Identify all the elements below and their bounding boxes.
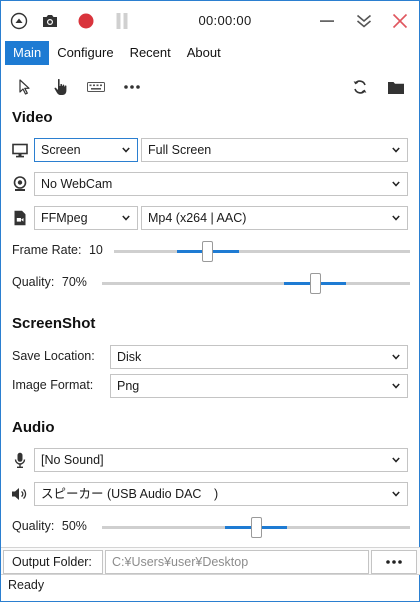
video-quality-label-text: Quality:	[12, 275, 55, 289]
audio-quality-value: 50%	[61, 519, 87, 533]
slider-track	[114, 250, 410, 253]
refresh-icon[interactable]	[349, 76, 371, 98]
chevron-down-icon	[122, 147, 130, 153]
webcam-select[interactable]: No WebCam	[34, 172, 408, 196]
speaker-select[interactable]: スピーカー (USB Audio DAC )	[34, 482, 408, 506]
microphone-icon	[11, 451, 29, 469]
monitor-icon	[11, 141, 29, 159]
image-format-label: Image Format:	[12, 378, 94, 392]
camera-icon[interactable]	[38, 9, 62, 33]
slider-thumb[interactable]	[250, 517, 262, 538]
toolbar	[1, 73, 420, 101]
frame-rate-value: 10	[88, 243, 103, 257]
hand-pointer-icon[interactable]	[50, 76, 72, 98]
video-heading: Video	[12, 109, 53, 126]
chevron-down-icon	[392, 181, 400, 187]
slider-track	[102, 282, 410, 285]
speaker-icon	[11, 485, 29, 503]
save-location-select[interactable]: Disk	[110, 345, 408, 369]
frame-rate-label-text: Frame Rate:	[12, 243, 82, 257]
record-icon[interactable]	[74, 9, 98, 33]
encoder-value: FFMpeg	[41, 211, 88, 225]
close-icon[interactable]	[388, 9, 412, 33]
app-window: 00:00:00 Main Configure Recent About Vid…	[0, 0, 420, 602]
audio-quality-slider[interactable]	[102, 517, 410, 538]
format-value: Mp4 (x264 | AAC)	[148, 211, 247, 225]
image-format-value: Png	[117, 379, 140, 393]
audio-heading: Audio	[12, 419, 55, 436]
output-folder-bar: Output Folder: C:¥Users¥user¥Desktop	[1, 547, 420, 575]
browse-folder-button[interactable]	[371, 550, 417, 574]
slider-thumb[interactable]	[309, 273, 321, 294]
format-select[interactable]: Mp4 (x264 | AAC)	[141, 206, 408, 230]
pause-icon[interactable]	[110, 9, 134, 33]
status-text: Ready	[8, 578, 45, 592]
video-source-select[interactable]: Screen	[34, 138, 138, 162]
video-source-option-value: Full Screen	[148, 143, 212, 157]
audio-quality-label: Quality: 50%	[12, 519, 87, 533]
output-folder-input[interactable]: C:¥Users¥user¥Desktop	[105, 550, 369, 574]
video-file-icon	[11, 209, 29, 227]
chevron-down-icon	[392, 147, 400, 153]
video-source-value: Screen	[41, 143, 81, 157]
microphone-value: [No Sound]	[41, 453, 104, 467]
keyboard-icon[interactable]	[85, 76, 107, 98]
image-format-select[interactable]: Png	[110, 374, 408, 398]
double-chevron-down-icon[interactable]	[352, 9, 376, 33]
tab-configure[interactable]: Configure	[49, 41, 121, 65]
tab-recent[interactable]: Recent	[122, 41, 179, 65]
frame-rate-slider[interactable]	[114, 241, 410, 262]
encoder-select[interactable]: FFMpeg	[34, 206, 138, 230]
slider-thumb[interactable]	[202, 241, 214, 262]
chevron-down-icon	[392, 215, 400, 221]
title-bar: 00:00:00	[1, 1, 420, 41]
chevron-down-icon	[122, 215, 130, 221]
more-icon	[386, 560, 402, 564]
video-quality-value: 70%	[61, 275, 87, 289]
more-icon[interactable]	[121, 76, 143, 98]
chevron-down-icon	[392, 383, 400, 389]
chevron-down-icon	[392, 354, 400, 360]
screenshot-heading: ScreenShot	[12, 315, 96, 332]
main-tabs: Main Configure Recent About	[5, 41, 229, 65]
video-quality-slider[interactable]	[102, 273, 410, 294]
audio-quality-label-text: Quality:	[12, 519, 55, 533]
chevron-down-icon	[392, 491, 400, 497]
microphone-select[interactable]: [No Sound]	[34, 448, 408, 472]
save-location-value: Disk	[117, 350, 142, 364]
circle-up-arrow-icon[interactable]	[7, 9, 31, 33]
speaker-value: スピーカー (USB Audio DAC )	[41, 487, 219, 501]
cursor-icon[interactable]	[14, 76, 36, 98]
tab-main[interactable]: Main	[5, 41, 50, 65]
chevron-down-icon	[392, 457, 400, 463]
video-quality-label: Quality: 70%	[12, 275, 87, 289]
video-source-option-select[interactable]: Full Screen	[141, 138, 408, 162]
folder-icon[interactable]	[385, 76, 407, 98]
webcam-value: No WebCam	[41, 177, 113, 191]
webcam-icon	[11, 175, 29, 193]
frame-rate-label: Frame Rate: 10	[12, 243, 103, 257]
output-folder-label: Output Folder:	[3, 550, 103, 574]
save-location-label: Save Location:	[12, 349, 95, 363]
minimize-icon[interactable]	[315, 9, 339, 33]
recording-timer: 00:00:00	[198, 13, 252, 28]
tab-about[interactable]: About	[179, 41, 229, 65]
